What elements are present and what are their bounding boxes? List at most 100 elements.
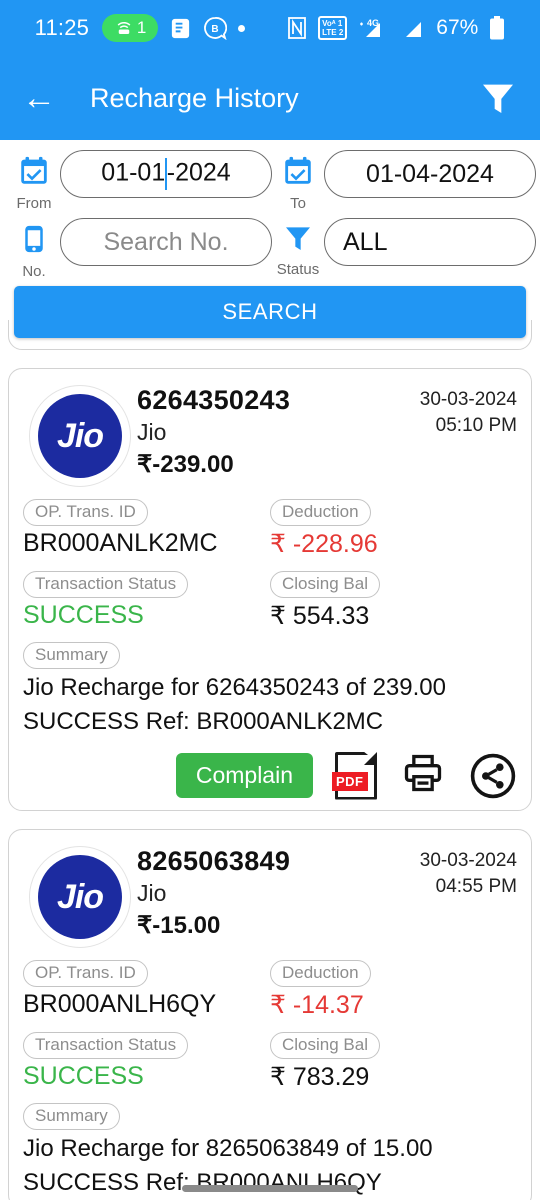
hotspot-count: 1 [136,18,147,37]
operator-name: Jio [137,419,167,445]
from-date-value: 01-01-2024 [101,158,231,190]
closing-bal-chip: Closing Bal [270,1032,380,1059]
closing-bal-value: ₹ 783.29 [270,1063,370,1091]
svg-text:B: B [211,24,218,35]
deduction-cell: Deduction ₹ -228.96 [270,499,517,559]
document-icon [169,16,192,41]
search-button[interactable]: SEARCH [14,286,526,338]
mobile-phone-icon [19,222,49,261]
status-filter-group: Status ALL [272,218,536,278]
to-date-value: 01-04-2024 [366,159,494,188]
summary-line-2: SUCCESS Ref: BR000ANLH6QY [23,1169,382,1196]
status-badge: SUCCESS [23,601,144,629]
closing-bal-cell: Closing Bal ₹ 554.33 [270,571,517,631]
from-label: From [16,195,52,212]
text-cursor [165,158,167,190]
operator-name: Jio [137,880,167,906]
op-trans-id-value: BR000ANLK2MC [23,529,218,557]
wifi-hotspot-icon [114,19,134,37]
deduction-chip: Deduction [270,499,371,526]
funnel-icon[interactable] [476,78,518,118]
transaction-card[interactable]: Jio 6264350243 Jio ₹-239.00 30-03-2024 0… [8,368,532,811]
card-main: 6264350243 Jio ₹-239.00 [137,381,420,487]
filter-row-dates: From 01-01-2024 To 01-04-2024 [8,150,536,212]
avatar: Jio [29,385,131,487]
summary-line-2: SUCCESS Ref: BR000ANLK2MC [23,708,384,735]
pdf-fold [364,751,377,765]
detail-row-2: Transaction Status SUCCESS Closing Bal ₹… [23,571,517,631]
to-date-group: To 01-04-2024 [272,150,536,212]
operator-logo-wrap: Jio [23,842,137,948]
nfc-icon [287,16,307,40]
timestamp: 30-03-2024 04:55 PM [420,842,517,948]
transaction-card[interactable]: Jio 8265063849 Jio ₹-15.00 30-03-2024 04… [8,829,532,1200]
detail-row-1: OP. Trans. ID BR000ANLH6QY Deduction ₹ -… [23,960,517,1020]
from-icon-wrap: From [8,150,60,212]
status-badge: SUCCESS [23,1062,144,1090]
closing-bal-value: ₹ 554.33 [270,602,370,630]
operator-logo-wrap: Jio [23,381,137,487]
summary-section: Summary Jio Recharge for 6264350243 of 2… [23,642,517,737]
card-main: 8265063849 Jio ₹-15.00 [137,842,420,948]
from-date-input[interactable]: 01-01-2024 [60,150,272,198]
card-header: Jio 6264350243 Jio ₹-239.00 30-03-2024 0… [23,381,517,487]
recharge-number: 8265063849 [137,846,291,876]
status-label: Status [276,261,320,278]
signal-2-icon [403,16,425,40]
pdf-tag: PDF [332,771,368,791]
recharge-amount: ₹-239.00 [137,451,234,478]
from-date-group: From 01-01-2024 [8,150,272,212]
share-icon[interactable] [469,752,517,800]
number-icon-wrap: No. [8,218,60,280]
arrow-left-icon[interactable]: ← [22,81,62,115]
summary-chip: Summary [23,642,120,669]
op-trans-id-value: BR000ANLH6QY [23,990,217,1018]
recharge-amount: ₹-15.00 [137,912,221,939]
volte-icon: Voᴬ 1 LTE 2 [318,16,348,40]
deduction-value: ₹ -14.37 [270,991,364,1019]
gesture-nav-handle[interactable] [182,1185,358,1192]
summary-chip: Summary [23,1103,120,1130]
filter-row-number-status: No. Search No. Status ALL [8,218,536,280]
transaction-status-cell: Transaction Status SUCCESS [23,571,270,631]
page-title: Recharge History [90,82,299,113]
transaction-status-cell: Transaction Status SUCCESS [23,1032,270,1092]
recharge-number: 6264350243 [137,385,291,415]
transaction-date: 30-03-2024 [419,850,517,871]
battery-icon [489,15,505,41]
b-circle-icon: B [203,16,228,40]
summary-line-1: Jio Recharge for 6264350243 of 239.00 [23,674,446,701]
to-icon-wrap: To [272,150,324,212]
transaction-time: 04:55 PM [435,876,517,897]
volte-line-2: LTE 2 [322,28,344,37]
transaction-list: Jio 6264350243 Jio ₹-239.00 30-03-2024 0… [0,320,540,1200]
pdf-file-icon[interactable]: PDF [332,751,377,800]
closing-bal-chip: Closing Bal [270,571,380,598]
card-actions: Complain PDF [23,751,517,800]
search-number-input[interactable]: Search No. [60,218,272,266]
dot-icon [238,24,246,32]
to-date-input[interactable]: 01-04-2024 [324,150,536,198]
status-bar: 11:25 1 B Voᴬ 1 LTE 2 4G 67% [0,0,540,56]
calendar-check-icon[interactable] [17,154,51,193]
detail-row-1: OP. Trans. ID BR000ANLK2MC Deduction ₹ -… [23,499,517,559]
status-bar-clock: 11:25 [34,15,90,40]
volte-line-1: Voᴬ 1 [322,19,343,28]
deduction-value: ₹ -228.96 [270,530,378,558]
op-trans-id-cell: OP. Trans. ID BR000ANLH6QY [23,960,270,1020]
op-trans-id-cell: OP. Trans. ID BR000ANLK2MC [23,499,270,559]
complain-button[interactable]: Complain [175,753,313,798]
status-icon-wrap: Status [272,218,324,278]
app-bar: ← Recharge History [0,56,540,140]
printer-icon[interactable] [399,751,447,800]
status-selected-value: ALL [343,227,388,256]
jio-logo-icon: Jio [38,394,122,478]
funnel-icon[interactable] [281,222,315,259]
status-dropdown[interactable]: ALL [324,218,536,266]
to-label: To [290,195,306,212]
card-header: Jio 8265063849 Jio ₹-15.00 30-03-2024 04… [23,842,517,948]
timestamp: 30-03-2024 05:10 PM [420,381,517,487]
transaction-time: 05:10 PM [435,415,517,436]
avatar: Jio [29,846,131,948]
calendar-check-icon[interactable] [281,154,315,193]
